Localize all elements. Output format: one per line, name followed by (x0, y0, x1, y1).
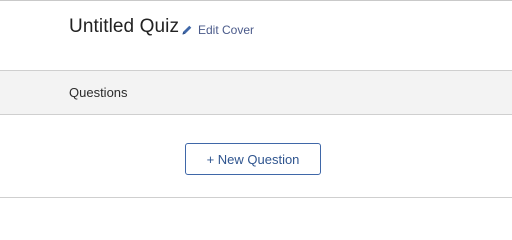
quiz-cover: Untitled Quiz Edit Cover (0, 1, 512, 70)
quiz-editor: Untitled Quiz Edit Cover Questions + New… (0, 0, 512, 200)
questions-heading: Questions (69, 85, 128, 100)
questions-section-header: Questions (0, 70, 512, 115)
quiz-title: Untitled Quiz (69, 16, 180, 37)
pencil-icon (182, 25, 192, 35)
edit-cover-link[interactable]: Edit Cover (181, 23, 254, 37)
bottom-divider (0, 197, 512, 198)
new-question-button[interactable]: + New Question (185, 143, 321, 175)
edit-cover-label: Edit Cover (198, 23, 255, 37)
